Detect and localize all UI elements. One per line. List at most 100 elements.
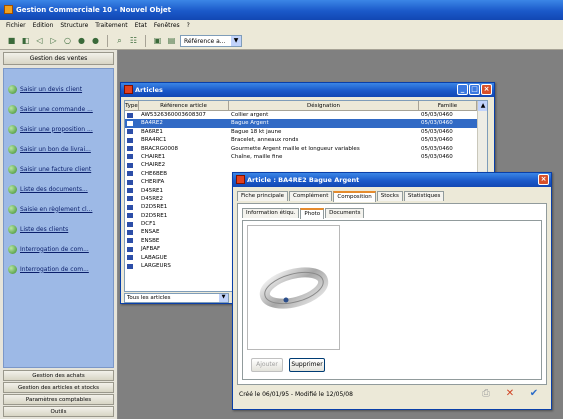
sidebar-item-clients[interactable]: Liste des clients [4, 219, 113, 239]
article-type-icon [127, 213, 133, 219]
table-row[interactable]: BA4RE2 Bague Argent 05/03/0460 [125, 119, 487, 128]
table-row[interactable]: BRACRG0008 Gourmette Argent maille et lon… [125, 145, 487, 153]
forward-icon[interactable]: ▷ [48, 35, 59, 46]
row-type [125, 161, 139, 169]
open-icon[interactable]: ◧ [20, 35, 31, 46]
row-type [125, 178, 139, 186]
sidebar-item-livraison[interactable]: Saisir un bon de livrai... [4, 139, 113, 159]
menu-help[interactable]: ? [187, 22, 190, 32]
row-reference: BA4RE2 [141, 120, 163, 127]
action-icon [8, 124, 17, 134]
row-type [125, 237, 139, 245]
article-type-icon [127, 255, 133, 261]
table-row[interactable]: CHAIRE1 Chaîne, maille fine 05/03/0460 [125, 153, 487, 161]
refresh-icon[interactable]: ● [90, 35, 101, 46]
search-icon[interactable]: ● [76, 35, 87, 46]
subtab-documents[interactable]: Documents [325, 208, 365, 218]
list-icon[interactable]: ☷ [128, 35, 139, 46]
sidebar: Gestion des ventes Saisir un devis clien… [0, 50, 118, 419]
remove-photo-button[interactable]: Supprimer [289, 358, 325, 372]
column-famille[interactable]: Familie [419, 101, 477, 110]
sidebar-item-interrogation-2[interactable]: Interrogation de com... [4, 259, 113, 279]
articles-title-bar[interactable]: Articles _ □ × [121, 83, 494, 97]
articles-title: Articles [135, 86, 163, 94]
sidebar-item-proposition[interactable]: Saisir une proposition ... [4, 119, 113, 139]
article-type-icon [127, 246, 133, 252]
column-designation[interactable]: Désignation [229, 101, 419, 110]
back-icon[interactable]: ◁ [34, 35, 45, 46]
column-type[interactable]: Type [125, 101, 139, 110]
add-photo-button[interactable]: Ajouter [251, 358, 283, 372]
column-reference[interactable]: Référence article [139, 101, 229, 110]
row-designation [229, 161, 419, 169]
toolbar-separator [107, 34, 108, 47]
table-row[interactable]: BRA4RC1 Bracelet, anneaux ronds 05/03/0460 [125, 136, 487, 144]
row-type [125, 119, 139, 127]
menu-etat[interactable]: Etat [135, 22, 147, 32]
menu-fichier[interactable]: Fichier [6, 22, 26, 32]
sidebar-item-documents[interactable]: Liste des documents... [4, 179, 113, 199]
stop-icon[interactable]: ○ [62, 35, 73, 46]
toolbar: ■ ◧ ◁ ▷ ○ ● ● ⌕ ☷ ▣ ▤ Référence a... ▼ [0, 32, 563, 50]
subtab-information[interactable]: Information étiqu. [242, 208, 300, 218]
menu-edition[interactable]: Edition [33, 22, 54, 32]
sidebar-item-reglement[interactable]: Saisie en règlement cl... [4, 199, 113, 219]
tab-fiche-principale[interactable]: Fiche principale [237, 191, 289, 201]
save-icon[interactable]: ▣ [152, 35, 163, 46]
detail-title: Article : BA4RE2 Bague Argent [247, 176, 360, 184]
sidebar-item-devis[interactable]: Saisir un devis client [4, 79, 113, 99]
close-icon[interactable]: × [481, 84, 492, 95]
chevron-down-icon[interactable]: ▼ [231, 35, 241, 46]
new-icon[interactable]: ■ [6, 35, 17, 46]
sidebar-item-facture[interactable]: Saisir une facture client [4, 159, 113, 179]
maximize-icon[interactable]: □ [469, 84, 480, 95]
article-detail-window: Article : BA4RE2 Bague Argent × Fiche pr… [232, 172, 552, 410]
scroll-up-icon[interactable]: ▲ [478, 101, 487, 111]
close-icon[interactable]: × [538, 174, 549, 185]
sidebar-section-comptables[interactable]: Paramètres comptables [3, 394, 114, 405]
row-type [125, 153, 139, 161]
row-type [125, 220, 139, 228]
confirm-icon[interactable]: ✔ [527, 387, 541, 401]
sidebar-section-achats[interactable]: Gestion des achats [3, 370, 114, 381]
reference-select[interactable]: Référence a... ▼ [180, 34, 242, 47]
action-icon [8, 184, 17, 194]
row-famille: 05/03/0460 [421, 137, 453, 144]
sidebar-section-outils[interactable]: Outils [3, 406, 114, 417]
table-row[interactable]: AW5326360003608307 Collier argent 05/03/04… [125, 111, 487, 119]
menu-traitement[interactable]: Traitement [95, 22, 127, 32]
print-icon[interactable]: ▤ [166, 35, 177, 46]
tab-statistiques[interactable]: Statistiques [403, 191, 445, 201]
row-reference: CHAIRE1 [141, 153, 166, 160]
action-icon [8, 224, 17, 234]
row-reference: LARGEURS [141, 263, 171, 270]
article-type-icon [127, 196, 133, 202]
print-icon[interactable]: ⎙ [479, 387, 493, 401]
sidebar-list: Saisir un devis client Saisir une comman… [3, 68, 114, 368]
table-row[interactable]: CHAIRE2 [125, 161, 487, 169]
table-row[interactable]: BA6RE1 Bague 18 kt jaune 05/03/0460 [125, 128, 487, 136]
delete-icon[interactable]: ✕ [503, 387, 517, 401]
sidebar-section-ventes[interactable]: Gestion des ventes [3, 52, 114, 65]
subtab-photo[interactable]: Photo [300, 208, 325, 219]
tab-complement[interactable]: Complément [289, 191, 333, 201]
window-icon [124, 85, 133, 94]
menu-structure[interactable]: Structure [60, 22, 88, 32]
action-icon [8, 104, 17, 114]
chevron-down-icon[interactable]: ▼ [219, 294, 228, 302]
tab-stocks[interactable]: Stocks [376, 191, 403, 201]
article-type-icon [127, 221, 133, 227]
find-icon[interactable]: ⌕ [114, 35, 125, 46]
article-type-icon [127, 112, 133, 118]
tab-composition[interactable]: Composition [333, 191, 376, 202]
detail-title-bar[interactable]: Article : BA4RE2 Bague Argent × [233, 173, 551, 187]
sidebar-section-articles[interactable]: Gestion des articles et stocks [3, 382, 114, 393]
sidebar-item-commande[interactable]: Saisir une commande ... [4, 99, 113, 119]
product-photo [247, 225, 340, 350]
action-icon [8, 204, 17, 214]
row-famille: 05/03/0460 [421, 145, 453, 152]
articles-filter-select[interactable]: Tous les articles ▼ [124, 293, 229, 303]
menu-fenetres[interactable]: Fenêtres [154, 22, 180, 32]
sidebar-item-interrogation-1[interactable]: Interrogation de com... [4, 239, 113, 259]
minimize-icon[interactable]: _ [457, 84, 468, 95]
